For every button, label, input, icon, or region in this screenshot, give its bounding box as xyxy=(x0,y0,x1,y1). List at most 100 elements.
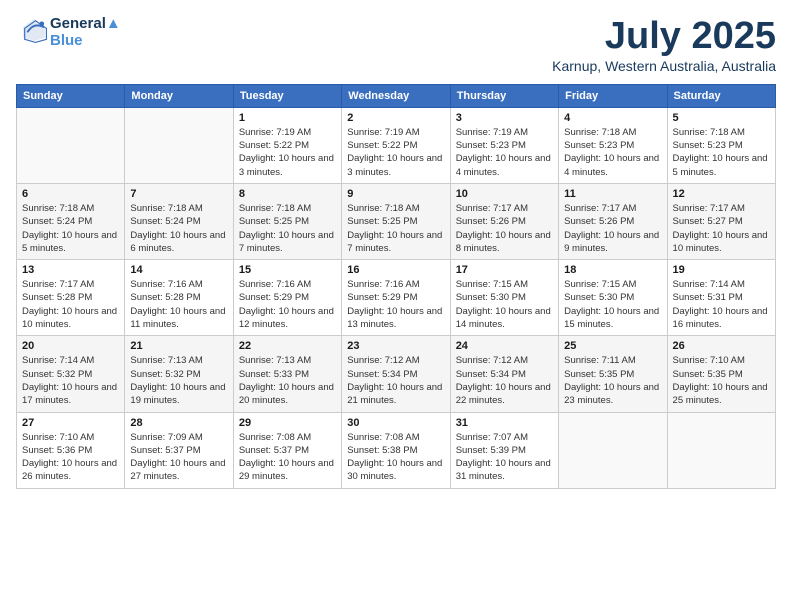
day-info: Sunrise: 7:10 AM Sunset: 5:36 PM Dayligh… xyxy=(22,431,119,484)
day-number: 10 xyxy=(456,188,553,200)
day-info: Sunrise: 7:18 AM Sunset: 5:24 PM Dayligh… xyxy=(130,202,227,255)
day-number: 16 xyxy=(347,264,444,276)
day-info: Sunrise: 7:15 AM Sunset: 5:30 PM Dayligh… xyxy=(456,278,553,331)
day-info: Sunrise: 7:19 AM Sunset: 5:22 PM Dayligh… xyxy=(239,126,336,179)
day-info: Sunrise: 7:19 AM Sunset: 5:22 PM Dayligh… xyxy=(347,126,444,179)
day-number: 18 xyxy=(564,264,661,276)
calendar-cell: 17 Sunrise: 7:15 AM Sunset: 5:30 PM Dayli… xyxy=(450,260,558,336)
weekday-header-tuesday: Tuesday xyxy=(233,84,341,107)
day-number: 3 xyxy=(456,112,553,124)
calendar-cell: 6 Sunrise: 7:18 AM Sunset: 5:24 PM Daylig… xyxy=(17,183,125,259)
day-number: 9 xyxy=(347,188,444,200)
title-block: July 2025 Karnup, Western Australia, Aus… xyxy=(552,16,776,74)
calendar-cell: 8Sunrise: 7:18 AM Sunset: 5:25 PM Daylig… xyxy=(233,183,341,259)
calendar-cell: 19 Sunrise: 7:14 AM Sunset: 5:31 PM Dayli… xyxy=(667,260,775,336)
weekday-header-monday: Monday xyxy=(125,84,233,107)
calendar-body: 1 Sunrise: 7:19 AM Sunset: 5:22 PM Daylig… xyxy=(17,107,776,488)
calendar-week-row: 1 Sunrise: 7:19 AM Sunset: 5:22 PM Daylig… xyxy=(17,107,776,183)
calendar-cell: 10 Sunrise: 7:17 AM Sunset: 5:26 PM Dayli… xyxy=(450,183,558,259)
day-info: Sunrise: 7:10 AM Sunset: 5:35 PM Dayligh… xyxy=(673,354,770,407)
calendar-cell: 31 Sunrise: 7:07 AM Sunset: 5:39 PM Dayli… xyxy=(450,412,558,488)
calendar-cell: 5Sunrise: 7:18 AM Sunset: 5:23 PM Daylig… xyxy=(667,107,775,183)
calendar-week-row: 6 Sunrise: 7:18 AM Sunset: 5:24 PM Daylig… xyxy=(17,183,776,259)
calendar-cell: 9Sunrise: 7:18 AM Sunset: 5:25 PM Daylig… xyxy=(342,183,450,259)
calendar-cell: 25 Sunrise: 7:11 AM Sunset: 5:35 PM Dayli… xyxy=(559,336,667,412)
day-number: 13 xyxy=(22,264,119,276)
logo-subtext: Blue xyxy=(50,33,121,50)
day-number: 26 xyxy=(673,340,770,352)
calendar-cell: 23 Sunrise: 7:12 AM Sunset: 5:34 PM Dayli… xyxy=(342,336,450,412)
day-info: Sunrise: 7:17 AM Sunset: 5:27 PM Dayligh… xyxy=(673,202,770,255)
day-info: Sunrise: 7:18 AM Sunset: 5:24 PM Dayligh… xyxy=(22,202,119,255)
day-number: 7 xyxy=(130,188,227,200)
calendar-table: SundayMondayTuesdayWednesdayThursdayFrid… xyxy=(16,84,776,489)
calendar-cell: 22 Sunrise: 7:13 AM Sunset: 5:33 PM Dayli… xyxy=(233,336,341,412)
logo-icon xyxy=(20,16,48,44)
calendar-cell: 13 Sunrise: 7:17 AM Sunset: 5:28 PM Dayli… xyxy=(17,260,125,336)
calendar-cell xyxy=(125,107,233,183)
day-number: 8 xyxy=(239,188,336,200)
month-title: July 2025 xyxy=(552,16,776,58)
day-info: Sunrise: 7:17 AM Sunset: 5:28 PM Dayligh… xyxy=(22,278,119,331)
calendar-cell: 7 Sunrise: 7:18 AM Sunset: 5:24 PM Daylig… xyxy=(125,183,233,259)
day-number: 15 xyxy=(239,264,336,276)
day-number: 14 xyxy=(130,264,227,276)
calendar-cell: 2 Sunrise: 7:19 AM Sunset: 5:22 PM Daylig… xyxy=(342,107,450,183)
calendar-cell: 28Sunrise: 7:09 AM Sunset: 5:37 PM Dayli… xyxy=(125,412,233,488)
day-info: Sunrise: 7:12 AM Sunset: 5:34 PM Dayligh… xyxy=(347,354,444,407)
day-info: Sunrise: 7:11 AM Sunset: 5:35 PM Dayligh… xyxy=(564,354,661,407)
day-number: 1 xyxy=(239,112,336,124)
day-info: Sunrise: 7:12 AM Sunset: 5:34 PM Dayligh… xyxy=(456,354,553,407)
day-number: 4 xyxy=(564,112,661,124)
calendar-cell: 16 Sunrise: 7:16 AM Sunset: 5:29 PM Dayli… xyxy=(342,260,450,336)
day-number: 19 xyxy=(673,264,770,276)
day-number: 2 xyxy=(347,112,444,124)
day-info: Sunrise: 7:17 AM Sunset: 5:26 PM Dayligh… xyxy=(564,202,661,255)
day-number: 21 xyxy=(130,340,227,352)
day-number: 30 xyxy=(347,417,444,429)
calendar-cell xyxy=(559,412,667,488)
calendar-week-row: 27 Sunrise: 7:10 AM Sunset: 5:36 PM Dayli… xyxy=(17,412,776,488)
calendar-cell: 12Sunrise: 7:17 AM Sunset: 5:27 PM Dayli… xyxy=(667,183,775,259)
calendar-cell: 11Sunrise: 7:17 AM Sunset: 5:26 PM Dayli… xyxy=(559,183,667,259)
day-number: 23 xyxy=(347,340,444,352)
day-info: Sunrise: 7:08 AM Sunset: 5:38 PM Dayligh… xyxy=(347,431,444,484)
day-info: Sunrise: 7:17 AM Sunset: 5:26 PM Dayligh… xyxy=(456,202,553,255)
day-number: 6 xyxy=(22,188,119,200)
day-number: 22 xyxy=(239,340,336,352)
calendar-cell: 24 Sunrise: 7:12 AM Sunset: 5:34 PM Dayli… xyxy=(450,336,558,412)
weekday-header-wednesday: Wednesday xyxy=(342,84,450,107)
weekday-header-sunday: Sunday xyxy=(17,84,125,107)
day-number: 24 xyxy=(456,340,553,352)
calendar-cell: 30 Sunrise: 7:08 AM Sunset: 5:38 PM Dayli… xyxy=(342,412,450,488)
weekday-header-friday: Friday xyxy=(559,84,667,107)
day-number: 31 xyxy=(456,417,553,429)
day-info: Sunrise: 7:19 AM Sunset: 5:23 PM Dayligh… xyxy=(456,126,553,179)
calendar-week-row: 13 Sunrise: 7:17 AM Sunset: 5:28 PM Dayli… xyxy=(17,260,776,336)
day-info: Sunrise: 7:14 AM Sunset: 5:32 PM Dayligh… xyxy=(22,354,119,407)
calendar-cell: 1 Sunrise: 7:19 AM Sunset: 5:22 PM Daylig… xyxy=(233,107,341,183)
day-info: Sunrise: 7:13 AM Sunset: 5:33 PM Dayligh… xyxy=(239,354,336,407)
calendar-cell: 3 Sunrise: 7:19 AM Sunset: 5:23 PM Daylig… xyxy=(450,107,558,183)
calendar-cell: 4 Sunrise: 7:18 AM Sunset: 5:23 PM Daylig… xyxy=(559,107,667,183)
day-info: Sunrise: 7:18 AM Sunset: 5:23 PM Dayligh… xyxy=(564,126,661,179)
day-number: 5 xyxy=(673,112,770,124)
day-number: 27 xyxy=(22,417,119,429)
calendar-cell: 26 Sunrise: 7:10 AM Sunset: 5:35 PM Dayli… xyxy=(667,336,775,412)
day-info: Sunrise: 7:16 AM Sunset: 5:28 PM Dayligh… xyxy=(130,278,227,331)
calendar-cell: 14 Sunrise: 7:16 AM Sunset: 5:28 PM Dayli… xyxy=(125,260,233,336)
calendar-cell: 15Sunrise: 7:16 AM Sunset: 5:29 PM Dayli… xyxy=(233,260,341,336)
day-number: 29 xyxy=(239,417,336,429)
location-title: Karnup, Western Australia, Australia xyxy=(552,58,776,74)
day-number: 28 xyxy=(130,417,227,429)
day-info: Sunrise: 7:14 AM Sunset: 5:31 PM Dayligh… xyxy=(673,278,770,331)
day-info: Sunrise: 7:16 AM Sunset: 5:29 PM Dayligh… xyxy=(347,278,444,331)
day-number: 17 xyxy=(456,264,553,276)
day-info: Sunrise: 7:07 AM Sunset: 5:39 PM Dayligh… xyxy=(456,431,553,484)
day-number: 25 xyxy=(564,340,661,352)
calendar-cell xyxy=(17,107,125,183)
day-info: Sunrise: 7:13 AM Sunset: 5:32 PM Dayligh… xyxy=(130,354,227,407)
weekday-header-saturday: Saturday xyxy=(667,84,775,107)
logo: General▲ Blue xyxy=(16,16,121,49)
day-number: 20 xyxy=(22,340,119,352)
